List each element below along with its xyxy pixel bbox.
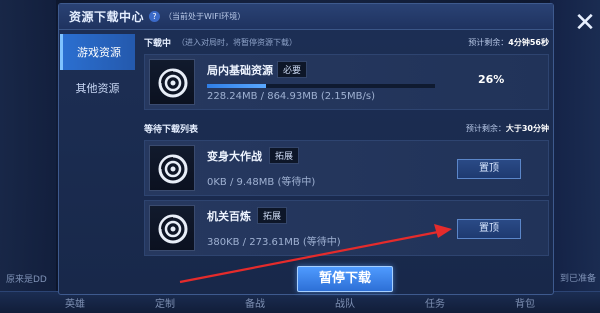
- queue-remaining: 预计剩余：大于30分钟: [466, 123, 549, 134]
- nav-item-bag[interactable]: 背包: [515, 295, 535, 310]
- resource-thumbnail: [149, 205, 195, 251]
- download-content: 下载中 （进入对局时，将暂停资源下载） 预计剩余：4分钟56秒 局内基础资源 必…: [144, 34, 549, 256]
- downloading-header: 下载中 （进入对局时，将暂停资源下载） 预计剩余：4分钟56秒: [144, 34, 549, 50]
- resource-disc-icon: [158, 154, 188, 184]
- network-status-note: （当前处于WIFI环境）: [164, 12, 246, 21]
- resource-sidebar: 游戏资源 其他资源: [60, 34, 135, 106]
- queue-remaining-label: 预计剩余：: [465, 123, 506, 133]
- resource-tag-extension: 拓展: [269, 147, 300, 164]
- download-size: 228.24MB / 864.93MB (2.15MB/s): [207, 91, 375, 102]
- queue-header: 等待下载列表 预计剩余：大于30分钟: [144, 120, 549, 136]
- dialog-title-bar: 资源下载中心 ? （当前处于WIFI环境） ✕: [59, 4, 596, 37]
- pin-to-top-button[interactable]: 置顶: [457, 219, 521, 239]
- background-right-text: 到已准备: [559, 274, 596, 284]
- pause-download-button[interactable]: 暂停下载: [297, 266, 393, 292]
- dialog-title: 资源下载中心: [69, 10, 145, 24]
- resource-name: 变身大作战: [207, 150, 262, 163]
- queue-item: 变身大作战 拓展 0KB / 9.48MB (等待中) 置顶: [144, 140, 549, 196]
- download-percent: 26%: [478, 73, 505, 86]
- download-progress-fill: [207, 84, 267, 88]
- sidebar-item-game-resources[interactable]: 游戏资源: [60, 34, 135, 70]
- background-player-name: 原来是DD: [6, 275, 47, 285]
- downloading-remaining: 预计剩余：4分钟56秒: [468, 37, 549, 48]
- downloading-note: （进入对局时，将暂停资源下载）: [177, 37, 298, 47]
- queue-title: 等待下载列表: [144, 124, 199, 135]
- download-size: 0KB / 9.48MB (等待中): [207, 177, 316, 188]
- remaining-value: 4分钟56秒: [508, 37, 549, 47]
- resource-disc-icon: [158, 68, 188, 98]
- sidebar-item-other-resources[interactable]: 其他资源: [60, 70, 135, 106]
- nav-item-team[interactable]: 战队: [335, 295, 355, 310]
- queue-item: 机关百炼 拓展 380KB / 273.61MB (等待中) 置顶: [144, 200, 549, 256]
- background-right-panel: [550, 0, 600, 313]
- downloading-item: 局内基础资源 必要 26% 228.24MB / 864.93MB (2.15M…: [144, 54, 549, 110]
- pin-to-top-button[interactable]: 置顶: [457, 159, 521, 179]
- resource-thumbnail: [149, 59, 195, 105]
- resource-disc-icon: [158, 214, 188, 244]
- download-progress-bar: [207, 84, 435, 88]
- nav-item-task[interactable]: 任务: [425, 295, 445, 310]
- download-size: 380KB / 273.61MB (等待中): [207, 237, 341, 248]
- background-left-panel: [0, 0, 56, 313]
- close-icon[interactable]: ✕: [571, 9, 599, 37]
- help-icon[interactable]: ?: [149, 11, 161, 22]
- nav-item-custom[interactable]: 定制: [155, 295, 175, 310]
- download-center-dialog: 资源下载中心 ? （当前处于WIFI环境） ✕ 游戏资源 其他资源 下载中 （进…: [58, 3, 596, 295]
- resource-name: 局内基础资源: [207, 64, 273, 77]
- downloading-title: 下载中: [144, 38, 172, 49]
- resource-tag-required: 必要: [277, 61, 308, 78]
- remaining-label: 预计剩余：: [468, 37, 509, 47]
- resource-thumbnail: [149, 145, 195, 191]
- resource-tag-extension: 拓展: [257, 207, 288, 224]
- nav-item-prepare[interactable]: 备战: [245, 295, 265, 310]
- nav-item-hero[interactable]: 英雄: [65, 295, 85, 310]
- resource-name: 机关百炼: [207, 210, 251, 223]
- queue-remaining-value: 大于30分钟: [505, 123, 549, 133]
